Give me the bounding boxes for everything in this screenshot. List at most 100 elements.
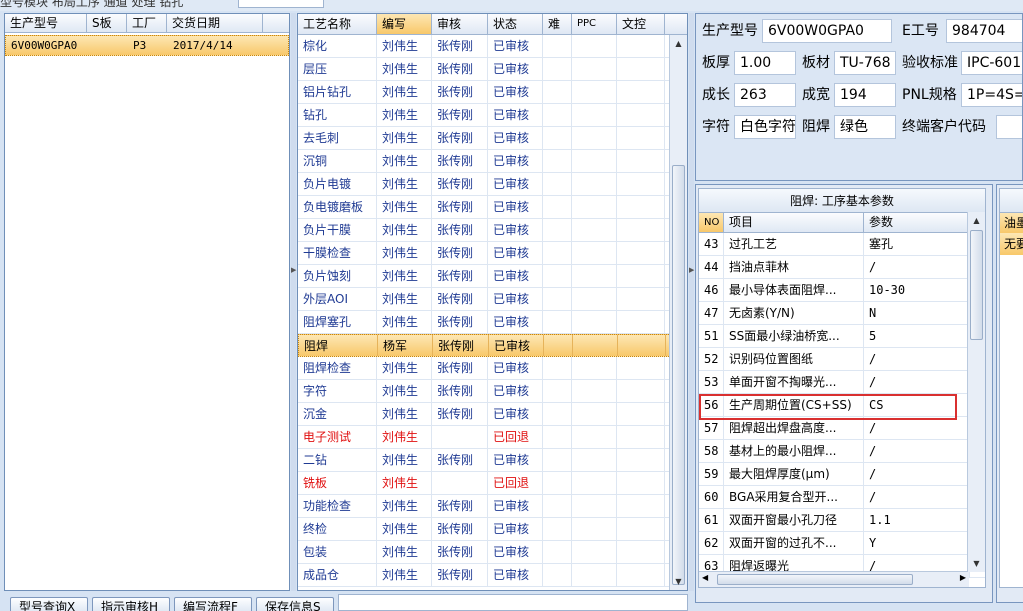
process-row[interactable]: 沉金 刘伟生 张传刚 已审核 <box>298 403 687 426</box>
col-header-doc-control[interactable]: 文控 <box>617 14 665 34</box>
cell-writer: 刘伟生 <box>377 58 432 80</box>
cell-doc-control <box>617 518 665 540</box>
scroll-thumb[interactable] <box>970 230 983 340</box>
param-row[interactable]: 62 双面开窗的过孔不... Y <box>699 532 985 555</box>
cell-writer: 刘伟生 <box>377 127 432 149</box>
review-button[interactable]: 指示审核H <box>92 597 170 611</box>
ink-header[interactable]: 油墨 <box>1000 213 1023 233</box>
model-row-selected[interactable]: 6V00W0GPA0 P3 2017/4/14 <box>5 35 289 56</box>
process-row[interactable]: 阻焊塞孔 刘伟生 张传刚 已审核 <box>298 311 687 334</box>
field-thickness[interactable]: 1.00 <box>734 51 796 75</box>
process-row[interactable]: 电子测试 刘伟生 已回退 <box>298 426 687 449</box>
scroll-down-icon[interactable]: ▼ <box>670 573 687 590</box>
cell-ppc <box>572 518 617 540</box>
cell-item: 双面开窗最小孔刀径 <box>724 509 864 531</box>
cell-no: 43 <box>699 233 724 255</box>
process-row[interactable]: 铝片钻孔 刘伟生 张传刚 已审核 <box>298 81 687 104</box>
process-row[interactable]: 负片电镀 刘伟生 张传刚 已审核 <box>298 173 687 196</box>
col-header-item[interactable]: 项目 <box>724 213 864 232</box>
field-length[interactable]: 263 <box>734 83 796 107</box>
process-row[interactable]: 干膜检查 刘伟生 张传刚 已审核 <box>298 242 687 265</box>
cell-writer: 刘伟生 <box>377 403 432 425</box>
field-e-number[interactable]: 984704 <box>946 19 1022 43</box>
param-row[interactable]: 59 最大阻焊厚度(μm) / <box>699 463 985 486</box>
param-row[interactable]: 51 SS面最小绿油桥宽... 5 <box>699 325 985 348</box>
process-row[interactable]: 沉铜 刘伟生 张传刚 已审核 <box>298 150 687 173</box>
write-flow-button[interactable]: 编写流程F <box>174 597 252 611</box>
col-header-process[interactable]: 工艺名称 <box>298 14 377 34</box>
col-header-factory[interactable]: 工厂 <box>127 14 167 32</box>
top-search-box[interactable] <box>238 0 324 8</box>
process-row[interactable]: 层压 刘伟生 张传刚 已审核 <box>298 58 687 81</box>
cell-no: 58 <box>699 440 724 462</box>
process-row[interactable]: 阻焊 杨军 张传刚 已审核 <box>298 334 687 357</box>
field-model[interactable]: 6V00W0GPA0 <box>762 19 892 43</box>
param-row[interactable]: 57 阻焊超出焊盘高度... / <box>699 417 985 440</box>
param-row[interactable]: 46 最小导体表面阻焊... 10-30 <box>699 279 985 302</box>
save-info-button[interactable]: 保存信息S <box>256 597 334 611</box>
param-row[interactable]: 52 识别码位置图纸 / <box>699 348 985 371</box>
col-header-s-board[interactable]: S板 <box>87 14 127 32</box>
col-header-status[interactable]: 状态 <box>488 14 543 34</box>
cell-difficulty <box>543 127 572 149</box>
cell-doc-control <box>617 380 665 402</box>
cell-process-name: 包装 <box>298 541 377 563</box>
process-row[interactable]: 功能检查 刘伟生 张传刚 已审核 <box>298 495 687 518</box>
cell-difficulty <box>543 35 572 57</box>
scroll-thumb[interactable] <box>672 165 685 585</box>
param-row[interactable]: 60 BGA采用复合型开... / <box>699 486 985 509</box>
col-header-no[interactable]: NO <box>699 213 724 232</box>
field-character[interactable]: 白色字符 <box>734 115 796 139</box>
scroll-right-icon[interactable]: ▶ <box>960 573 966 582</box>
field-width[interactable]: 194 <box>834 83 896 107</box>
field-material[interactable]: TU-768 <box>834 51 896 75</box>
cell-difficulty <box>543 426 572 448</box>
process-row[interactable]: 铣板 刘伟生 已回退 <box>298 472 687 495</box>
scroll-up-icon[interactable]: ▲ <box>670 35 687 52</box>
process-row[interactable]: 阻焊检查 刘伟生 张传刚 已审核 <box>298 357 687 380</box>
cell-item: 基材上的最小阻焊... <box>724 440 864 462</box>
process-row[interactable]: 钻孔 刘伟生 张传刚 已审核 <box>298 104 687 127</box>
scroll-up-icon[interactable]: ▲ <box>968 212 985 229</box>
process-row[interactable]: 字符 刘伟生 张传刚 已审核 <box>298 380 687 403</box>
process-scrollbar[interactable]: ▲ ▼ <box>669 35 687 590</box>
process-row[interactable]: 包装 刘伟生 张传刚 已审核 <box>298 541 687 564</box>
param-row[interactable]: 43 过孔工艺 塞孔 <box>699 233 985 256</box>
param-row[interactable]: 47 无卤素(Y/N) N <box>699 302 985 325</box>
col-header-reviewer[interactable]: 审核 <box>432 14 488 34</box>
col-header-param[interactable]: 参数 <box>864 213 970 232</box>
field-pnl[interactable]: 1P=4S=8 <box>961 83 1022 107</box>
params-vscrollbar[interactable]: ▲ ▼ <box>967 212 985 572</box>
process-row[interactable]: 棕化 刘伟生 张传刚 已审核 <box>298 35 687 58</box>
field-customer-code[interactable] <box>996 115 1022 139</box>
param-row[interactable]: 58 基材上的最小阻焊... / <box>699 440 985 463</box>
process-row[interactable]: 负片干膜 刘伟生 张传刚 已审核 <box>298 219 687 242</box>
ink-row[interactable]: 无要 <box>1000 233 1023 255</box>
process-row[interactable]: 终检 刘伟生 张传刚 已审核 <box>298 518 687 541</box>
splitter-right[interactable]: ▶ <box>689 13 694 591</box>
params-hscrollbar[interactable]: ◀ ▶ <box>699 571 969 587</box>
process-row[interactable]: 负电镀磨板 刘伟生 张传刚 已审核 <box>298 196 687 219</box>
scroll-down-icon[interactable]: ▼ <box>968 555 985 572</box>
hscroll-thumb[interactable] <box>717 574 913 585</box>
process-row[interactable]: 负片蚀刻 刘伟生 张传刚 已审核 <box>298 265 687 288</box>
col-header-writer[interactable]: 编写 <box>377 14 432 34</box>
field-standard[interactable]: IPC-6012 <box>961 51 1022 75</box>
process-row[interactable]: 二钻 刘伟生 张传刚 已审核 <box>298 449 687 472</box>
param-row[interactable]: 44 挡油点菲林 / <box>699 256 985 279</box>
process-row[interactable]: 外层AOI 刘伟生 张传刚 已审核 <box>298 288 687 311</box>
col-header-delivery-date[interactable]: 交货日期 <box>167 14 263 32</box>
process-row[interactable]: 去毛刺 刘伟生 张传刚 已审核 <box>298 127 687 150</box>
field-solder-mask[interactable]: 绿色 <box>834 115 896 139</box>
col-header-difficulty[interactable]: 难 <box>543 14 572 34</box>
col-header-ppc[interactable]: PPC <box>572 14 617 34</box>
param-row[interactable]: 53 单面开窗不掏曝光... / <box>699 371 985 394</box>
scroll-left-icon[interactable]: ◀ <box>702 573 708 582</box>
top-toolbar: 型号模块 布局工序 通道 处理 钻孔 <box>0 0 1023 11</box>
cell-ppc <box>572 449 617 471</box>
col-header-model[interactable]: 生产型号 <box>5 14 87 32</box>
splitter-left[interactable]: ▶ <box>291 13 296 591</box>
param-row[interactable]: 61 双面开窗最小孔刀径 1.1 <box>699 509 985 532</box>
model-query-button[interactable]: 型号查询X <box>10 597 88 611</box>
process-row[interactable]: 成品仓 刘伟生 张传刚 已审核 <box>298 564 687 587</box>
